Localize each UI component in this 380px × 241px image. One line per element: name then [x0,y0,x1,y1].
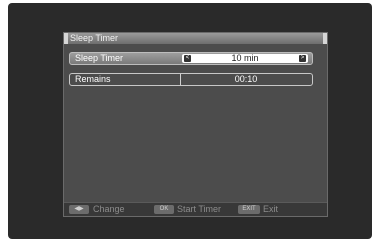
start-timer-hint: Start Timer [177,204,222,214]
titlebar-left-cap [64,33,68,44]
left-right-key-icon: ◀▶ [69,205,89,214]
dialog-footer: ◀▶ Change OK Start Timer EXIT Exit [64,202,327,216]
sleep-timer-value: 10 min [231,53,259,63]
sleep-timer-value-box[interactable]: < 10 min > [182,54,308,63]
exit-key-icon: EXIT [238,205,260,214]
exit-hint: Exit [263,204,279,214]
sleep-timer-row[interactable]: Sleep Timer < 10 min > [69,52,313,65]
remains-row: Remains 00:10 [69,73,313,86]
titlebar-right-cap [323,33,327,44]
remains-label: Remains [75,74,111,84]
sleep-timer-label: Sleep Timer [75,53,124,63]
left-arrow-icon[interactable]: < [184,55,191,62]
dialog-titlebar: Sleep Timer [64,33,327,44]
ok-key-icon: OK [154,205,174,214]
dialog-title: Sleep Timer [70,33,119,43]
remains-value: 00:10 [234,74,258,84]
change-hint: Change [93,204,125,214]
sleep-timer-dialog: Sleep Timer Sleep Timer < 10 min > Remai… [63,32,328,217]
row-divider [180,74,181,85]
right-arrow-icon[interactable]: > [299,55,306,62]
